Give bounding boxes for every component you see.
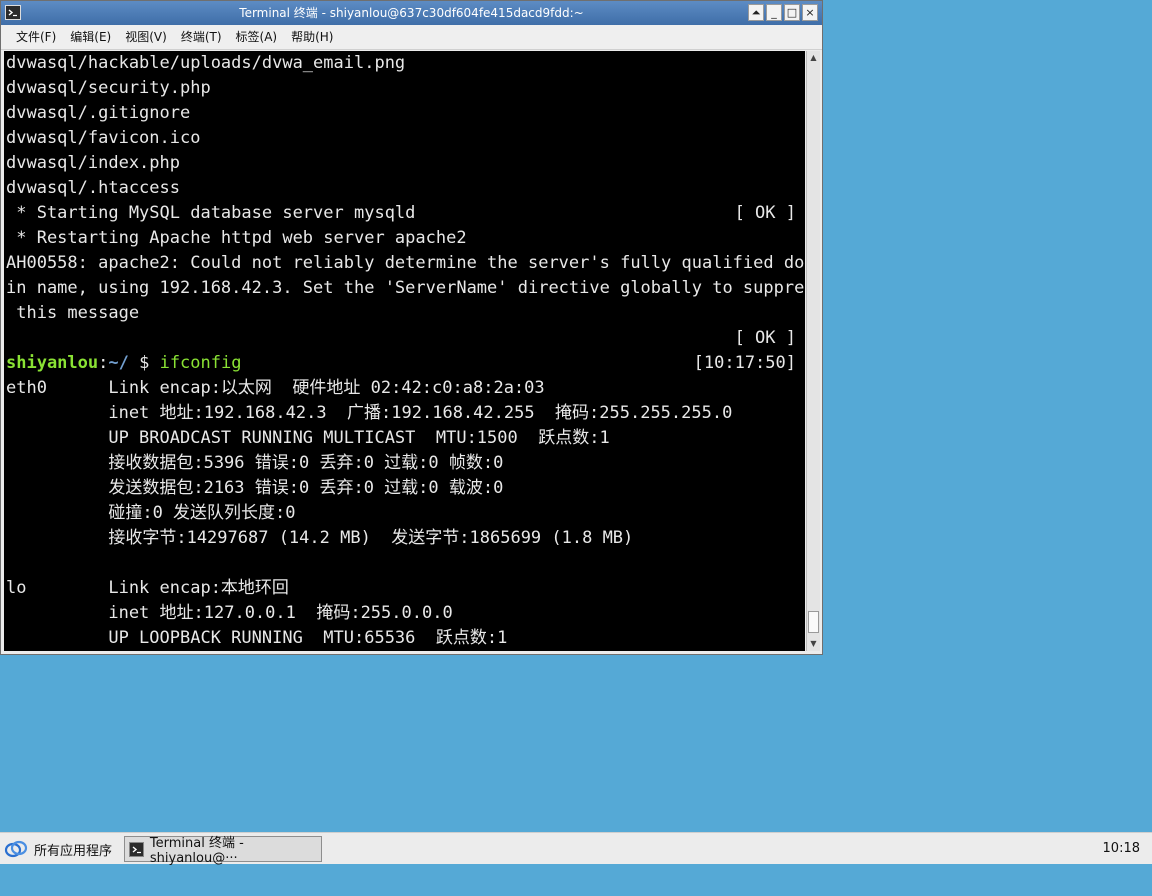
prompt-user: shiyanlou: [6, 353, 99, 373]
output-line: 接收字节:14297687 (14.2 MB) 发送字节:1865699 (1.…: [6, 528, 634, 548]
output-line: UP BROADCAST RUNNING MULTICAST MTU:1500 …: [6, 428, 610, 448]
menu-edit[interactable]: 编辑(E): [63, 26, 118, 48]
output-line: inet 地址:192.168.42.3 广播:192.168.42.255 掩…: [6, 403, 733, 423]
title-bar[interactable]: Terminal 终端 - shiyanlou@637c30df604fe415…: [1, 1, 822, 25]
taskbar: 所有应用程序 Terminal 终端 - shiyanlou@··· 10:18: [0, 832, 1152, 866]
menu-tabs[interactable]: 标签(A): [229, 26, 285, 48]
scroll-up-arrow-icon[interactable]: ▲: [807, 51, 820, 65]
terminal-output[interactable]: dvwasql/hackable/uploads/dvwa_email.png …: [4, 51, 805, 651]
terminal-icon: [129, 841, 144, 857]
terminal-line: dvwasql/hackable/uploads/dvwa_email.png: [6, 53, 406, 73]
terminal-line: dvwasql/.gitignore: [6, 103, 191, 123]
terminal-line: in name, using 192.168.42.3. Set the 'Se…: [6, 278, 805, 298]
output-line: 接收数据包:5396 错误:0 丢弃:0 过载:0 帧数:0: [6, 453, 504, 473]
prompt-time: [10:17:50]: [693, 353, 796, 373]
terminal-line: dvwasql/index.php: [6, 153, 180, 173]
terminal-window[interactable]: Terminal 终端 - shiyanlou@637c30df604fe415…: [0, 0, 823, 655]
shade-icon[interactable]: ⏶: [748, 4, 764, 21]
terminal-line: dvwasql/favicon.ico: [6, 128, 201, 148]
terminal-line: [ OK ]: [4, 326, 805, 351]
prompt-path: ~/: [108, 353, 129, 373]
output-line: inet 地址:127.0.0.1 掩码:255.0.0.0: [6, 603, 453, 623]
prompt-line: shiyanlou:~/ $ ifconfig [10:17:50]: [4, 351, 805, 376]
command-text: ifconfig: [159, 353, 242, 373]
prompt-dollar: $: [128, 353, 160, 373]
taskbar-terminal-label: Terminal 终端 - shiyanlou@···: [149, 836, 244, 866]
terminal-line: * Restarting Apache httpd web server apa…: [6, 228, 467, 248]
terminal-line-text: * Starting MySQL database server mysqld: [6, 203, 416, 223]
menu-view[interactable]: 视图(V): [118, 26, 174, 48]
ok-status: [ OK ]: [734, 328, 796, 348]
start-menu-label: 所有应用程序: [34, 843, 113, 859]
minimize-icon[interactable]: _: [766, 4, 782, 21]
prompt-colon: :: [98, 353, 109, 373]
terminal-line: dvwasql/.htaccess: [6, 178, 180, 198]
terminal-line: * Starting MySQL database server mysqld […: [4, 201, 805, 226]
taskbar-terminal-button[interactable]: Terminal 终端 - shiyanlou@···: [124, 836, 322, 866]
output-line: lo Link encap:本地环回: [6, 578, 289, 598]
app-menu-icon: [4, 840, 28, 858]
terminal-line: AH00558: apache2: Could not reliably det…: [6, 253, 805, 273]
output-line: UP LOOPBACK RUNNING MTU:65536 跃点数:1: [6, 628, 508, 648]
terminal-line: this message: [6, 303, 140, 323]
ok-status: [ OK ]: [734, 203, 796, 223]
menu-terminal[interactable]: 终端(T): [174, 26, 229, 48]
output-line: 碰撞:0 发送队列长度:0: [6, 503, 296, 523]
output-line: 发送数据包:2163 错误:0 丢弃:0 过载:0 载波:0: [6, 478, 504, 498]
menu-help[interactable]: 帮助(H): [284, 26, 340, 48]
window-title: Terminal 终端 - shiyanlou@637c30df604fe415…: [239, 6, 584, 20]
start-menu-button[interactable]: 所有应用程序: [4, 837, 112, 861]
menu-bar: 文件(F) 编辑(E) 视图(V) 终端(T) 标签(A) 帮助(H): [1, 25, 822, 50]
window-controls: ⏶ _ □ ×: [748, 4, 818, 22]
clock[interactable]: 10:18: [1103, 833, 1140, 864]
close-icon[interactable]: ×: [802, 4, 818, 21]
terminal-line: dvwasql/security.php: [6, 78, 211, 98]
scrollbar-thumb[interactable]: [808, 611, 819, 633]
scroll-down-arrow-icon[interactable]: ▼: [807, 637, 820, 651]
vertical-scrollbar[interactable]: ▲ ▼: [806, 51, 820, 651]
output-line: eth0 Link encap:以太网 硬件地址 02:42:c0:a8:2a:…: [6, 378, 545, 398]
maximize-icon[interactable]: □: [784, 4, 800, 21]
menu-file[interactable]: 文件(F): [9, 26, 63, 48]
